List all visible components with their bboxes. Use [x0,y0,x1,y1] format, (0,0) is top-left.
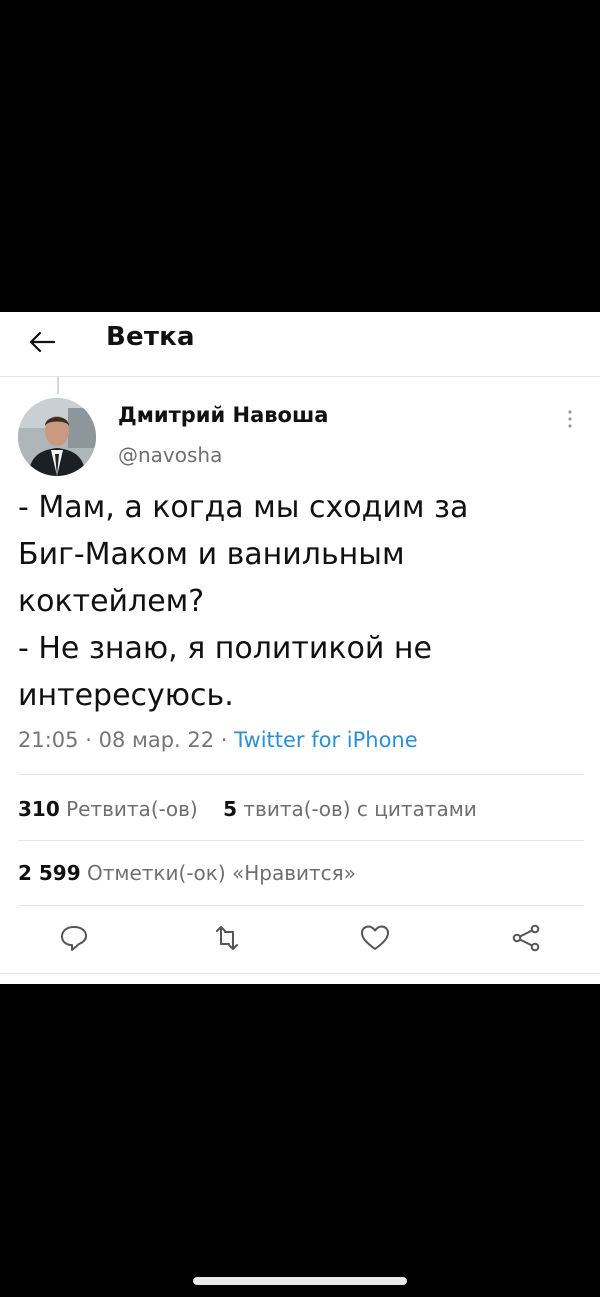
retweet-stats: 310 Ретвита(-ов) 5 твита(-ов) с цитатами [18,797,477,821]
divider [0,973,600,974]
retweets-label: Ретвита(-ов) [66,797,198,821]
author-handle[interactable]: @navosha [118,443,222,467]
tweet-date: 08 мар. 22 [98,728,215,752]
divider [18,840,584,841]
more-vertical-icon[interactable] [562,408,578,430]
reply-icon[interactable] [58,922,90,954]
author-name[interactable]: Дмитрий Навоша [118,403,328,427]
likes-count: 2 599 [18,861,81,885]
divider [18,905,584,906]
divider [18,774,584,775]
page-title: Ветка [106,322,195,352]
avatar[interactable] [18,398,96,476]
avatar-photo [18,398,96,476]
meta-separator: · [220,728,228,752]
quotes-label: твита(-ов) с цитатами [243,797,477,821]
share-icon[interactable] [510,922,542,954]
retweets-stat[interactable]: 310 Ретвита(-ов) [18,797,198,821]
top-bar: Ветка [0,312,600,377]
home-indicator[interactable] [193,1277,407,1285]
tweet-meta: 21:05 · 08 мар. 22 · Twitter for iPhone [18,728,418,752]
thread-connector [57,376,59,394]
tweet-card: Ветка Дмитрий Навоша @navosha - Мам, а к… [0,312,600,984]
arrow-left-icon[interactable] [26,326,58,358]
retweet-icon[interactable] [211,922,243,954]
quotes-count: 5 [223,797,238,821]
retweets-count: 310 [18,797,60,821]
meta-separator: · [85,728,92,752]
tweet-text: - Мам, а когда мы сходим за Биг-Маком и … [18,490,469,713]
tweet-time: 21:05 [18,728,79,752]
quotes-stat[interactable]: 5 твита(-ов) с цитатами [223,797,477,821]
action-bar [0,912,600,964]
likes-stat[interactable]: 2 599 Отметки(-ок) «Нравится» [18,861,356,885]
tweet-client-link[interactable]: Twitter for iPhone [234,728,418,752]
likes-label: Отметки(-ок) «Нравится» [87,861,356,885]
heart-icon[interactable] [359,922,391,954]
